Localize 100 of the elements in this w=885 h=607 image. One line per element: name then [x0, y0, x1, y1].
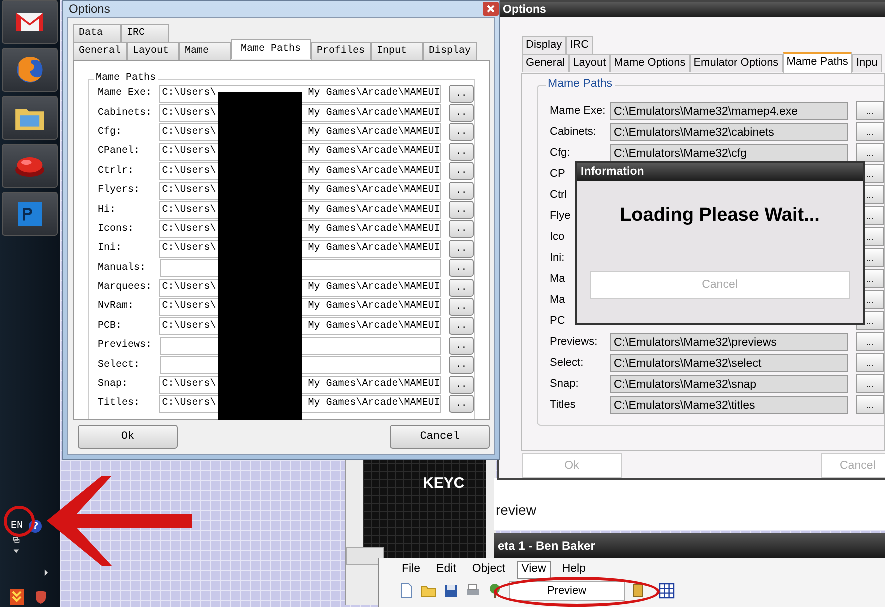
menu-item[interactable]: Edit [432, 561, 462, 579]
menu-item[interactable]: Help [557, 561, 591, 579]
path-field[interactable]: C:\Emulators\Mame32\snap [610, 374, 848, 392]
browse-button[interactable]: ... [856, 101, 884, 120]
expand-icon[interactable] [44, 569, 49, 577]
tab[interactable]: Profiles [311, 42, 372, 60]
tab[interactable]: IRC [121, 24, 169, 42]
menu-item[interactable]: File [397, 561, 426, 579]
language-indicator[interactable]: EN [11, 521, 24, 532]
download-icon[interactable] [10, 589, 24, 605]
field-label: Snap: [550, 378, 579, 390]
folder-app-icon[interactable] [2, 96, 58, 140]
browse-button[interactable]: .. [449, 394, 474, 413]
tab[interactable]: Display [522, 36, 566, 54]
tab[interactable]: Input [371, 42, 424, 60]
field-label: Ini: [550, 252, 565, 264]
photoshop-app-icon[interactable] [2, 192, 58, 236]
field-label: Titles: [98, 398, 142, 410]
browse-button[interactable]: ... [856, 374, 884, 393]
tab[interactable]: Mame [179, 42, 232, 60]
field-label: PCB: [98, 320, 124, 332]
dialog-button[interactable]: Cancel [390, 425, 490, 449]
field-label: Select: [550, 356, 584, 368]
path-field[interactable]: C:\Emulators\Mame32\mamep4.exe [610, 102, 848, 120]
dropdown-icon[interactable] [12, 548, 21, 555]
field-label: Cabinets: [98, 108, 154, 119]
browse-button[interactable]: .. [449, 84, 474, 103]
field-label: Ctrlr: [98, 166, 136, 177]
tab[interactable]: Mame Paths [782, 52, 852, 73]
close-icon[interactable] [483, 2, 499, 16]
browse-button[interactable]: .. [449, 201, 474, 220]
field-label: CPanel: [98, 146, 142, 158]
field-label: Previews: [98, 340, 154, 352]
tree-icon[interactable] [487, 583, 503, 599]
browse-button[interactable]: .. [449, 182, 474, 200]
field-label: Manuals: [98, 262, 148, 274]
field-label: Ma [550, 272, 566, 284]
menu-item[interactable]: Object [467, 561, 511, 579]
path-field[interactable]: C:\Emulators\Mame32\previews [610, 332, 848, 350]
browse-button[interactable]: .. [449, 278, 474, 297]
tab[interactable]: IRC [566, 36, 594, 54]
new-document-icon[interactable] [399, 583, 415, 599]
preview-dropdown[interactable]: Preview [509, 581, 625, 601]
browse-button[interactable]: .. [449, 104, 474, 122]
window-title: eta 1 - Ben Baker [498, 538, 596, 552]
tab[interactable]: General [522, 54, 570, 72]
dialog-title: Information [581, 166, 644, 178]
path-field[interactable]: C:\Emulators\Mame32\select [610, 354, 848, 372]
field-label: Ctrl [550, 188, 568, 200]
dialog-title: Options [69, 2, 110, 16]
browse-button[interactable]: ... [856, 143, 884, 162]
browse-button[interactable]: .. [449, 336, 474, 355]
field-label: Ini: [98, 243, 124, 254]
tab[interactable]: Layout [569, 54, 610, 72]
window-switch-icon[interactable] [12, 537, 21, 544]
tab[interactable]: General [73, 42, 128, 60]
tab[interactable]: Mame Options [610, 54, 690, 72]
browse-button[interactable]: .. [449, 240, 474, 258]
browser-app-icon[interactable] [2, 48, 58, 92]
browse-button[interactable]: ... [856, 122, 884, 141]
browse-button[interactable]: .. [449, 123, 474, 142]
field-label: Flye [550, 210, 571, 222]
shield-icon[interactable] [35, 590, 47, 604]
tab[interactable]: Display [423, 42, 478, 60]
field-label: Titles [550, 398, 576, 410]
field-label: Mame Exe: [98, 88, 154, 100]
field-label: Cfg: [98, 126, 124, 138]
path-field[interactable]: C:\Emulators\Mame32\cfg [610, 144, 848, 162]
browse-button[interactable]: .. [449, 356, 474, 374]
browse-button[interactable]: .. [449, 317, 474, 336]
mail-app-icon[interactable] [2, 0, 58, 44]
tab[interactable]: Inpu [852, 54, 882, 72]
browse-button[interactable]: .. [449, 162, 474, 180]
browse-button[interactable]: .. [449, 298, 474, 316]
browse-button[interactable]: .. [449, 376, 474, 394]
browse-button[interactable]: ... [856, 353, 884, 372]
tab[interactable]: Emulator Options [690, 54, 783, 72]
horizontal-scrollbar[interactable] [346, 547, 384, 565]
dialog-button[interactable]: Ok [78, 425, 178, 449]
browse-button[interactable]: .. [449, 220, 474, 238]
tab[interactable]: Data [73, 24, 121, 42]
save-icon[interactable] [443, 583, 459, 599]
loading-message: Loading Please Wait... [620, 205, 820, 227]
field-label: Cfg: [550, 146, 570, 158]
field-label: Select: [98, 360, 142, 371]
field-label: Mame Exe: [550, 104, 606, 116]
menu-item[interactable]: View [516, 561, 552, 579]
tab[interactable]: Mame Paths [231, 39, 312, 59]
browse-button[interactable]: .. [449, 142, 474, 161]
browse-button[interactable]: .. [449, 259, 474, 278]
field-label: CP [550, 168, 566, 180]
field-label: Snap: [98, 379, 130, 390]
path-field[interactable]: C:\Emulators\Mame32\titles [610, 396, 848, 414]
field-label: PC [550, 314, 566, 326]
browse-button[interactable]: ... [856, 332, 884, 351]
field-label: Ma [550, 294, 566, 306]
browse-button[interactable]: ... [856, 395, 884, 414]
path-field[interactable]: C:\Emulators\Mame32\cabinets [610, 122, 848, 140]
grid-icon[interactable] [659, 583, 675, 599]
tab[interactable]: Layout [127, 42, 180, 60]
